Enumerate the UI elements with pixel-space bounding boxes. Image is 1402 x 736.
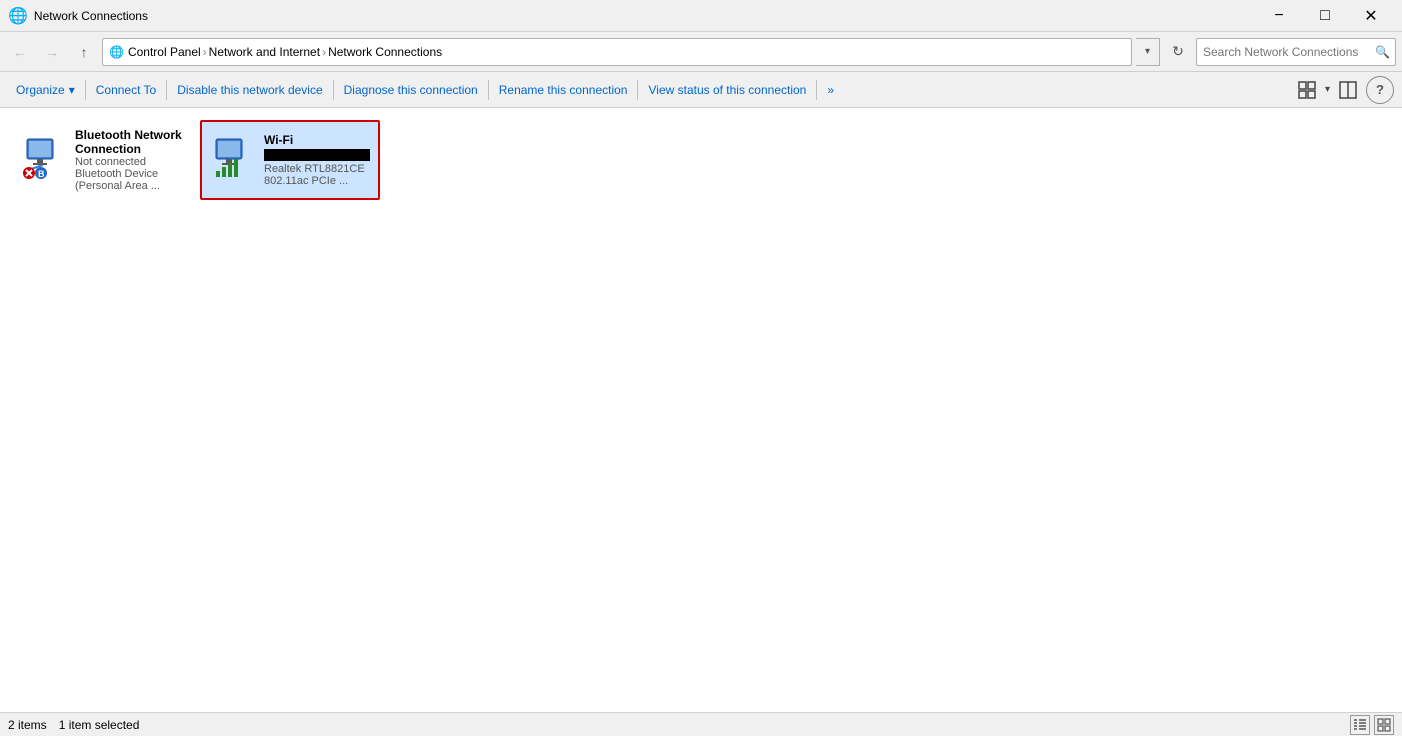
minimize-button[interactable]: −	[1256, 0, 1302, 32]
search-input[interactable]	[1196, 38, 1396, 66]
bluetooth-connection-text: Bluetooth Network Connection Not connect…	[75, 128, 183, 192]
address-path: 🌐 Control Panel › Network and Internet ›…	[102, 38, 1132, 66]
address-icon: 🌐	[109, 45, 124, 59]
close-button[interactable]: ✕	[1348, 0, 1394, 32]
status-bar: 2 items 1 item selected	[0, 712, 1402, 736]
bluetooth-connection-name: Bluetooth Network Connection	[75, 128, 183, 156]
wifi-connection-icon	[210, 137, 254, 184]
status-view-tiles-icon[interactable]	[1374, 715, 1394, 735]
connect-to-label: Connect To	[96, 83, 157, 97]
view-status-button[interactable]: View status of this connection	[640, 75, 814, 105]
forward-button[interactable]: →	[38, 38, 66, 66]
address-dropdown-button[interactable]: ▾	[1136, 38, 1160, 66]
view-status-label: View status of this connection	[648, 83, 806, 97]
app-icon: 🌐	[8, 6, 28, 26]
rename-button[interactable]: Rename this connection	[491, 75, 636, 105]
view-toggle-button[interactable]	[1293, 76, 1321, 104]
wifi-connection-name: Wi-Fi	[264, 133, 370, 147]
bluetooth-connection-status: Not connected	[75, 156, 183, 168]
more-label: »	[827, 83, 834, 97]
breadcrumb-control-panel[interactable]: Control Panel	[128, 45, 201, 59]
toolbar-separator-6	[816, 80, 817, 100]
breadcrumb-network-internet[interactable]: Network and Internet	[209, 45, 320, 59]
toolbar-separator-5	[637, 80, 638, 100]
toolbar-right-controls: ▾ ?	[1293, 76, 1394, 104]
refresh-button[interactable]: ↻	[1164, 38, 1192, 66]
wifi-connection-item[interactable]: Wi-Fi Realtek RTL8821CE 802.11ac PCIe ..…	[200, 120, 380, 200]
toolbar: Organize ▾ Connect To Disable this netwo…	[0, 72, 1402, 108]
toolbar-separator-3	[333, 80, 334, 100]
bluetooth-connection-icon: B	[21, 137, 65, 184]
diagnose-label: Diagnose this connection	[344, 83, 478, 97]
selected-info: 1 item selected	[59, 718, 140, 732]
address-bar: ← → ↑ 🌐 Control Panel › Network and Inte…	[0, 32, 1402, 72]
connect-to-button[interactable]: Connect To	[88, 75, 165, 105]
wifi-computer-icon	[210, 137, 254, 181]
organize-label: Organize	[16, 83, 65, 97]
computer-icon: B	[21, 137, 65, 181]
toolbar-separator-2	[166, 80, 167, 100]
diagnose-button[interactable]: Diagnose this connection	[336, 75, 486, 105]
wifi-connection-text: Wi-Fi Realtek RTL8821CE 802.11ac PCIe ..…	[264, 133, 370, 187]
breadcrumb-network-connections[interactable]: Network Connections	[328, 45, 442, 59]
status-left: 2 items 1 item selected	[8, 718, 139, 732]
bluetooth-connection-item[interactable]: B Bluetooth Network Connection Not conne…	[12, 120, 192, 200]
view-dropdown-arrow[interactable]: ▾	[1325, 84, 1330, 95]
maximize-button[interactable]: □	[1302, 0, 1348, 32]
more-button[interactable]: »	[819, 75, 842, 105]
status-view-details-icon[interactable]	[1350, 715, 1370, 735]
preview-pane-icon	[1339, 81, 1357, 99]
preview-pane-button[interactable]	[1334, 76, 1362, 104]
organize-chevron-icon: ▾	[69, 83, 75, 97]
title-bar: 🌐 Network Connections − □ ✕	[0, 0, 1402, 32]
organize-button[interactable]: Organize ▾	[8, 75, 83, 105]
disable-label: Disable this network device	[177, 83, 322, 97]
toolbar-separator-1	[85, 80, 86, 100]
status-right	[1350, 715, 1394, 735]
toolbar-separator-4	[488, 80, 489, 100]
search-container: 🔍	[1196, 38, 1396, 66]
window-controls: − □ ✕	[1256, 0, 1394, 32]
wifi-connection-ssid	[264, 149, 370, 161]
view-grid-icon	[1298, 81, 1316, 99]
disable-button[interactable]: Disable this network device	[169, 75, 330, 105]
svg-text:B: B	[38, 169, 45, 179]
help-button[interactable]: ?	[1366, 76, 1394, 104]
wifi-connection-adapter: Realtek RTL8821CE 802.11ac PCIe ...	[264, 163, 370, 187]
bluetooth-connection-adapter: Bluetooth Device (Personal Area ...	[75, 168, 183, 192]
back-button[interactable]: ←	[6, 38, 34, 66]
window-title: Network Connections	[34, 9, 1256, 23]
main-content: B Bluetooth Network Connection Not conne…	[0, 108, 1402, 712]
up-button[interactable]: ↑	[70, 38, 98, 66]
rename-label: Rename this connection	[499, 83, 628, 97]
item-count: 2 items	[8, 718, 47, 732]
